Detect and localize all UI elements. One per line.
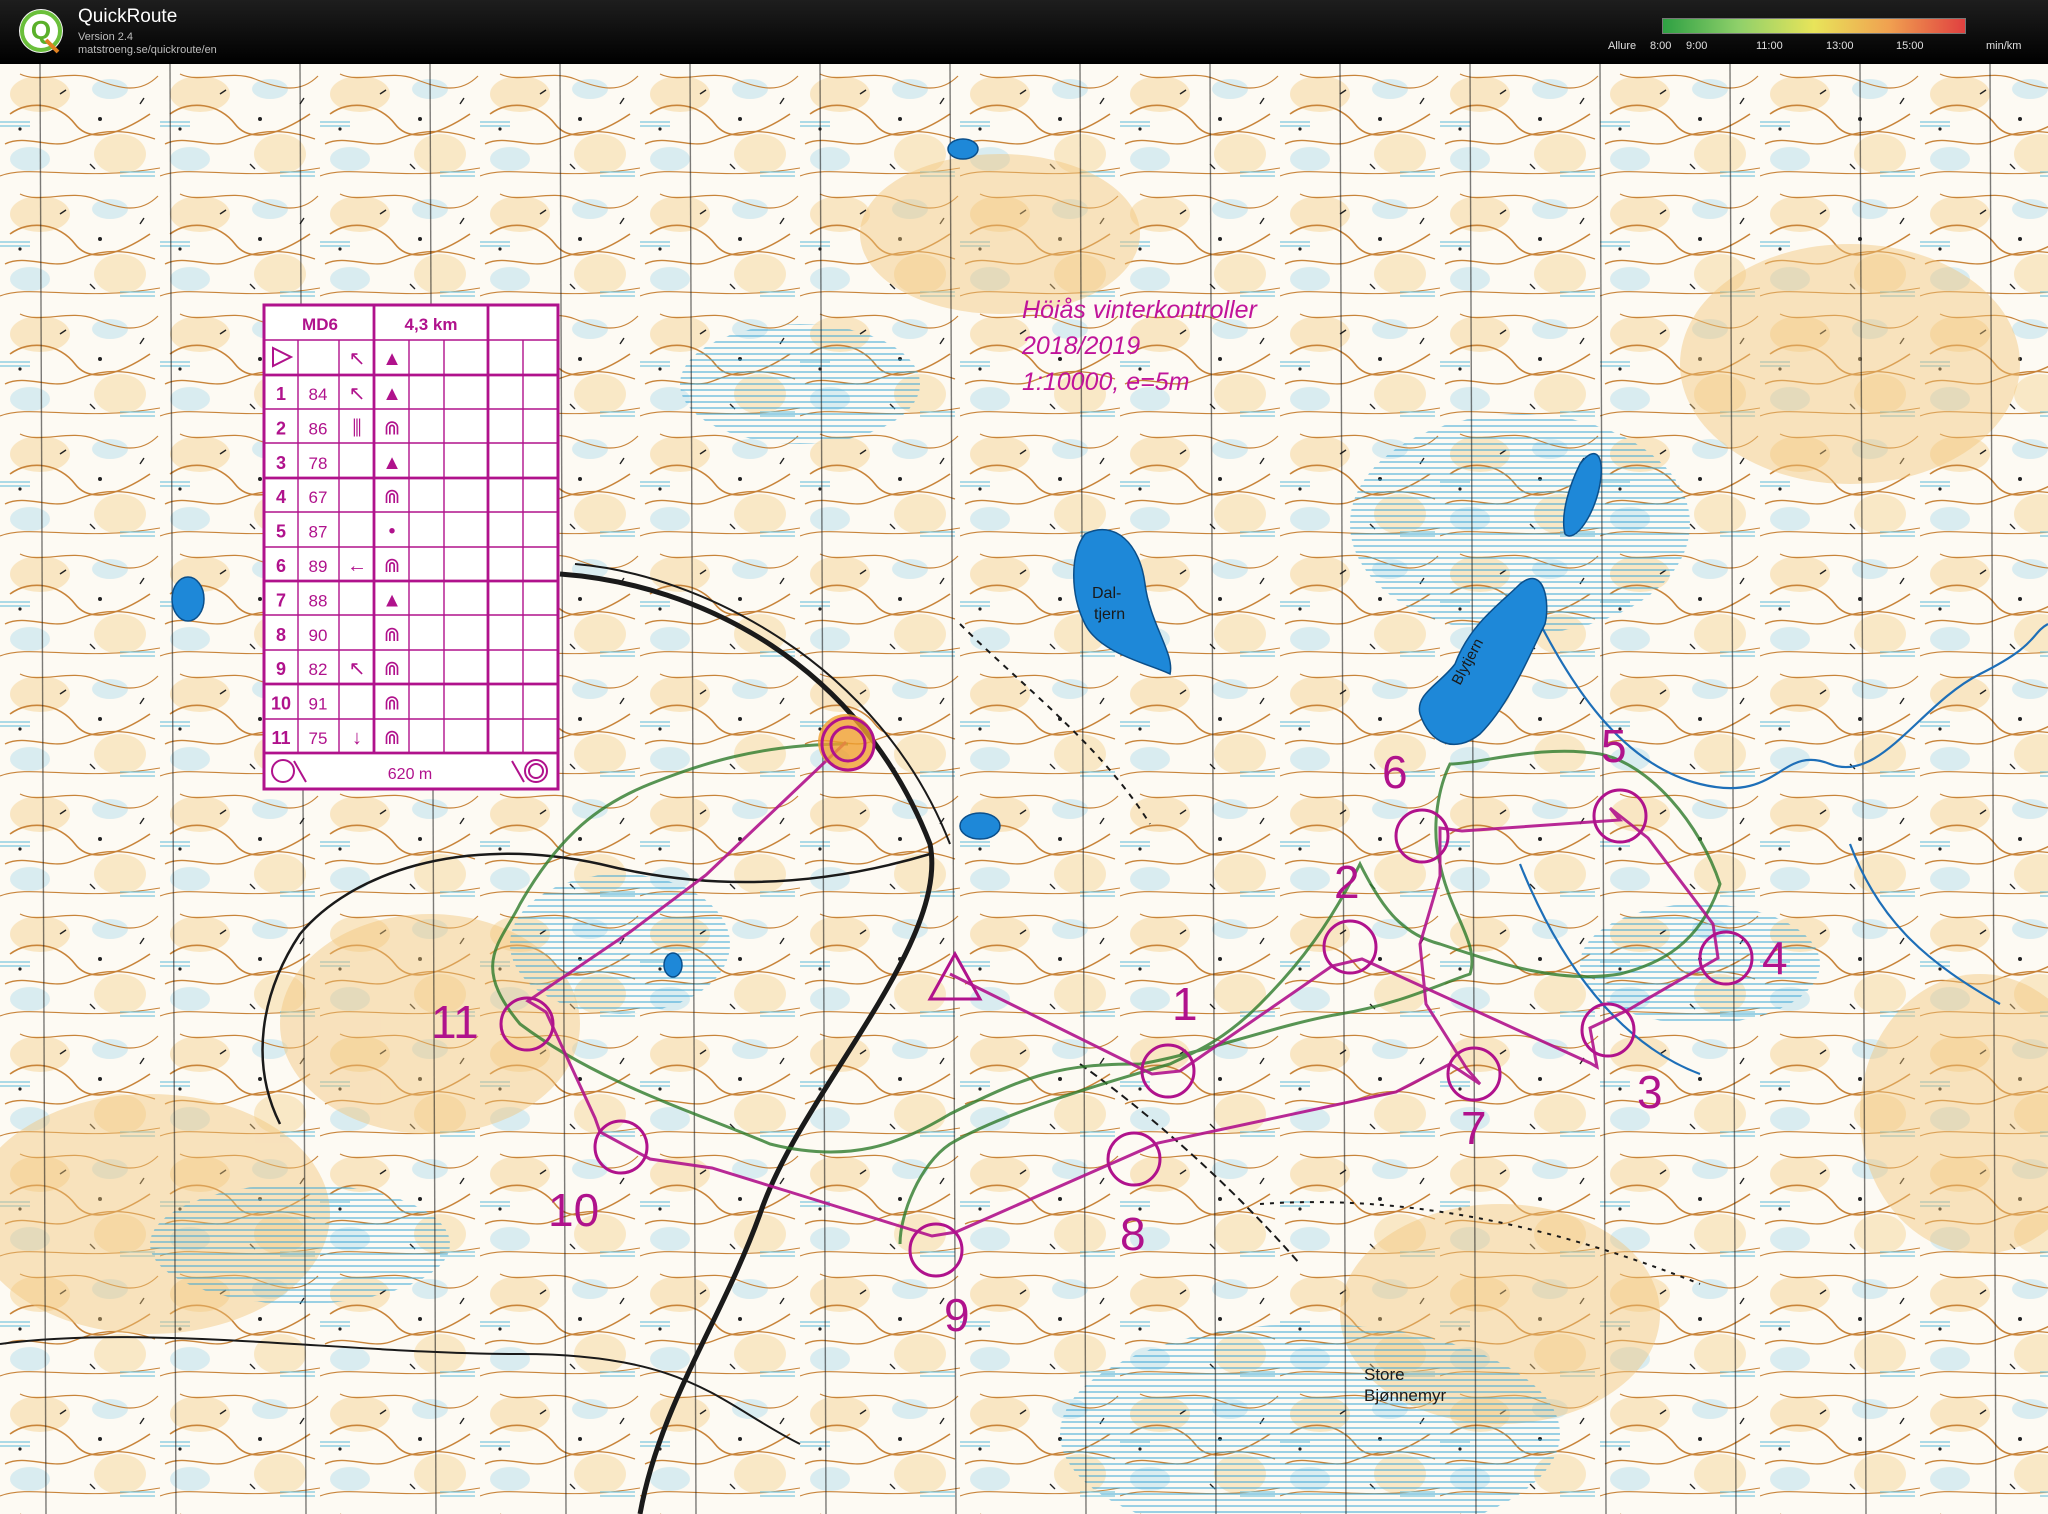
control-number-5: 5 <box>1601 720 1627 772</box>
cd-feature: ⋒ <box>384 624 401 646</box>
cd-control-code: 67 <box>309 488 328 507</box>
pond-road <box>959 812 1001 840</box>
cd-control-code: 86 <box>309 419 328 438</box>
cd-control-number: 1 <box>276 384 286 404</box>
control-number-1: 1 <box>1172 978 1198 1030</box>
control-number-11: 11 <box>431 996 479 1048</box>
cd-feature: ⋒ <box>384 417 401 439</box>
label-store: Store <box>1364 1365 1405 1384</box>
finish-marker <box>818 714 876 772</box>
map-canvas[interactable]: 1 2 3 4 5 6 7 8 9 10 11 Höiås vinterkont… <box>0 64 2048 1514</box>
cd-control-number: 3 <box>276 453 286 473</box>
app-version: Version 2.4 <box>78 31 134 43</box>
quickroute-logo-icon: Q <box>19 9 63 54</box>
pond-small <box>663 952 683 978</box>
orienteering-map[interactable]: 1 2 3 4 5 6 7 8 9 10 11 Höiås vinterkont… <box>0 64 2048 1514</box>
control-number-6: 6 <box>1382 746 1408 798</box>
pace-tick: 8:00 <box>1650 40 1672 52</box>
app-title: QuickRoute <box>78 6 178 27</box>
start-direction: ↖ <box>349 348 366 370</box>
cd-feature: ⋒ <box>384 727 401 749</box>
pond-west <box>171 576 205 622</box>
pace-tick: 9:00 <box>1686 40 1708 52</box>
cd-control-code: 91 <box>309 695 328 714</box>
cd-control-code: 84 <box>309 385 328 404</box>
cd-direction: ↓ <box>352 727 362 749</box>
control-description-sheet: 1 84 ↖ ▲ 2 86 ⫼ ⋒ 3 78 ▲ 4 67 ⋒ 5 87 • 6 89 ← ⋒ 7 88 ▲ 8 90 ⋒ 9 82 ↖ ⋒… <box>262 303 560 791</box>
cd-control-code: 82 <box>309 660 328 679</box>
control-number-9: 9 <box>944 1289 970 1341</box>
label-bjonnemyr: Bjønnemyr <box>1364 1386 1447 1405</box>
app-url-link[interactable]: matstroeng.se/quickroute/en <box>78 44 217 56</box>
cd-feature: ⋒ <box>384 658 401 680</box>
cd-feature: ⋒ <box>384 486 401 508</box>
pond-north <box>947 138 979 160</box>
control-number-3: 3 <box>1637 1066 1663 1118</box>
label-daltjern-2: tjern <box>1094 606 1125 623</box>
map-note-line-3: 1:10000, e=5m <box>1022 368 1190 396</box>
map-note-line-1: Höiås vinterkontroller <box>1022 296 1258 324</box>
cd-control-number: 5 <box>276 522 286 542</box>
cd-direction: ⫼ <box>352 417 361 439</box>
title-bar: Q QuickRoute Version 2.4 matstroeng.se/q… <box>0 0 2048 64</box>
cd-control-number: 8 <box>276 625 286 645</box>
cd-control-code: 75 <box>309 729 328 748</box>
control-number-2: 2 <box>1334 856 1360 908</box>
cd-feature: ▲ <box>382 452 402 474</box>
control-number-10: 10 <box>548 1184 599 1236</box>
cd-feature: ▲ <box>382 589 402 611</box>
control-number-8: 8 <box>1120 1208 1146 1260</box>
cd-feature: ▲ <box>382 383 402 405</box>
cd-control-code: 87 <box>309 523 328 542</box>
cd-direction: ↖ <box>349 383 366 405</box>
cd-control-number: 9 <box>276 659 286 679</box>
cd-feature: • <box>388 521 395 543</box>
start-feature: ▲ <box>382 348 402 370</box>
course-length: 4,3 km <box>405 315 458 334</box>
cd-control-code: 89 <box>309 557 328 576</box>
map-note-line-2: 2018/2019 <box>1021 332 1140 360</box>
cd-direction: ↖ <box>349 658 366 680</box>
cd-control-number: 7 <box>276 590 286 610</box>
pace-scale-label: Allure <box>1608 40 1637 52</box>
pace-color-bar <box>1662 18 1966 34</box>
finish-distance: 620 m <box>388 766 432 783</box>
cd-control-code: 88 <box>309 591 328 610</box>
cd-direction: ← <box>347 555 367 577</box>
control-number-4: 4 <box>1762 932 1788 984</box>
pace-tick: 15:00 <box>1896 40 1924 52</box>
cd-control-number: 2 <box>276 418 286 438</box>
cd-control-number: 10 <box>271 694 291 714</box>
course-name: MD6 <box>302 315 338 334</box>
cd-control-number: 11 <box>271 728 290 748</box>
pace-tick: 11:00 <box>1756 40 1783 52</box>
pace-tick: 13:00 <box>1826 40 1854 52</box>
control-number-7: 7 <box>1461 1102 1487 1154</box>
cd-control-number: 6 <box>276 556 286 576</box>
cd-feature: ⋒ <box>384 693 401 715</box>
cd-control-code: 78 <box>309 454 328 473</box>
label-daltjern-1: Dal- <box>1092 585 1121 602</box>
cd-control-code: 90 <box>309 626 328 645</box>
cd-feature: ⋒ <box>384 555 401 577</box>
cd-control-number: 4 <box>276 487 286 507</box>
pace-unit: min/km <box>1986 40 2022 52</box>
